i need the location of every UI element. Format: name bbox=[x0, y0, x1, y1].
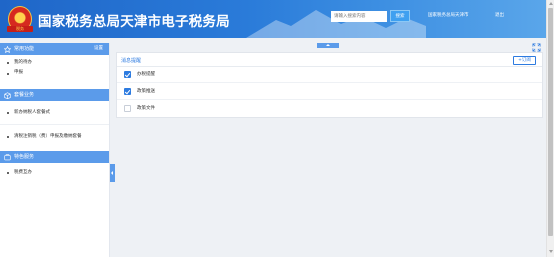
message-reminder-panel: 消息提醒 +订阅 办税提醒 政策推送 政策文件 bbox=[116, 52, 543, 118]
site-title: 国家税务总局天津市电子税务局 bbox=[38, 14, 230, 30]
scroll-up-icon[interactable] bbox=[549, 2, 553, 5]
sidebar-section-common: 常用功能 设置 bbox=[0, 43, 109, 55]
sidebar-item-new-taxpayer[interactable]: 新办纳税人套餐式 bbox=[0, 101, 109, 125]
logout-link[interactable]: 退出 bbox=[495, 12, 504, 18]
section-title-services: 套餐业务 bbox=[14, 92, 35, 98]
scroll-down-icon[interactable] bbox=[549, 250, 553, 253]
scrollbar-thumb[interactable] bbox=[548, 8, 553, 236]
option-label: 办税提醒 bbox=[137, 72, 155, 77]
section-title-special: 特色服务 bbox=[14, 154, 35, 160]
sidebar-item-deregistration[interactable]: 清税注销税（费）申报及缴纳套餐 bbox=[0, 125, 109, 149]
header-collapse-button[interactable] bbox=[317, 43, 339, 48]
search-button[interactable]: 搜索 bbox=[390, 10, 410, 22]
option-row-policy-push: 政策推送 bbox=[117, 84, 542, 100]
feature-service-icon bbox=[4, 154, 11, 161]
section-title-common: 常用功能 bbox=[14, 46, 35, 52]
page-scrollbar[interactable] bbox=[546, 0, 554, 257]
option-label: 政策推送 bbox=[137, 89, 155, 94]
star-icon bbox=[4, 46, 11, 53]
policy-docs-checkbox[interactable] bbox=[124, 105, 131, 112]
fullscreen-expand-icon[interactable] bbox=[532, 43, 541, 52]
sidebar-item-mutual-handling[interactable]: 税费互办 bbox=[0, 167, 109, 179]
header-user-link[interactable]: 国家税务总局天津市 bbox=[428, 12, 469, 18]
sidebar-item-todo[interactable]: 我的待办 bbox=[0, 58, 109, 68]
panel-title: 消息提醒 bbox=[121, 58, 142, 64]
option-label: 政策文件 bbox=[137, 106, 155, 111]
sidebar-section-services: 套餐业务 bbox=[0, 89, 109, 101]
sidebar: 常用功能 设置 我的待办 申报 套餐业务 新办纳税人套餐式 清税注销税（费）申报… bbox=[0, 43, 110, 257]
option-row-policy-docs: 政策文件 bbox=[117, 101, 542, 117]
settings-link[interactable]: 设置 bbox=[94, 43, 103, 55]
sidebar-collapse-button[interactable] bbox=[110, 164, 115, 182]
search-input[interactable] bbox=[331, 11, 387, 22]
tax-reminder-checkbox[interactable] bbox=[124, 71, 131, 78]
site-header: 税务 国家税务总局天津市电子税务局 搜索 国家税务总局天津市 退出 bbox=[0, 0, 546, 38]
option-row-tax-reminder: 办税提醒 bbox=[117, 67, 542, 83]
policy-push-checkbox[interactable] bbox=[124, 88, 131, 95]
emblem-band: 税务 bbox=[7, 26, 33, 32]
package-icon bbox=[4, 92, 11, 99]
sidebar-section-special: 特色服务 bbox=[0, 151, 109, 163]
sidebar-item-declare[interactable]: 申报 bbox=[0, 68, 109, 80]
subscribe-button[interactable]: +订阅 bbox=[513, 56, 536, 65]
